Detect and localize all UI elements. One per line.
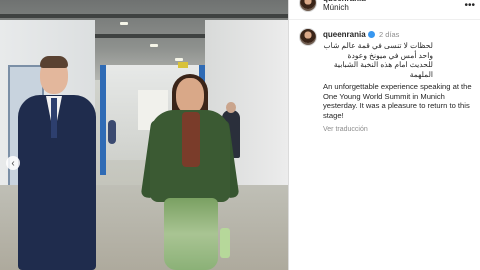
ceiling-light [175, 58, 183, 61]
avatar[interactable] [299, 28, 317, 46]
post-sidebar: queenrania Múnich ••• queenrania 2 días … [288, 0, 480, 270]
man-hair [40, 56, 68, 68]
woman-bag [220, 228, 230, 258]
woman-skirt [164, 198, 218, 270]
more-horizontal-icon[interactable]: ••• [464, 0, 475, 11]
see-translation-link[interactable]: Ver traducción [323, 126, 368, 133]
verified-badge-icon [367, 31, 375, 38]
english-caption: An unforgettable experience speaking at … [323, 82, 472, 120]
post-photo[interactable]: ‹ [0, 0, 288, 270]
chevron-left-icon[interactable]: ‹ [6, 156, 20, 170]
username-text[interactable]: queenrania [323, 30, 366, 39]
yellow-sign [178, 62, 188, 68]
post-header: queenrania Múnich ••• [289, 0, 480, 20]
arabic-caption: لحظات لا تنسى في قمة عالم شاب واحد أمس ف… [323, 41, 434, 79]
background-person [108, 120, 116, 144]
instagram-post-view: ‹ queenrania Múnich ••• queenrania 2 día… [0, 0, 480, 270]
post-username[interactable]: queenrania [323, 30, 375, 39]
man-tie [51, 98, 57, 138]
ceiling-light [150, 44, 158, 47]
background-person-head [226, 102, 236, 113]
ceiling-beam [0, 14, 288, 18]
woman-scarf [182, 112, 200, 167]
man-suit [18, 95, 96, 270]
avatar[interactable] [299, 0, 317, 12]
header-location[interactable]: Múnich [323, 3, 349, 12]
blue-pillar [100, 65, 106, 175]
woman-head [176, 78, 204, 114]
ceiling-light [120, 22, 128, 25]
post-timestamp[interactable]: 2 días [379, 30, 399, 39]
